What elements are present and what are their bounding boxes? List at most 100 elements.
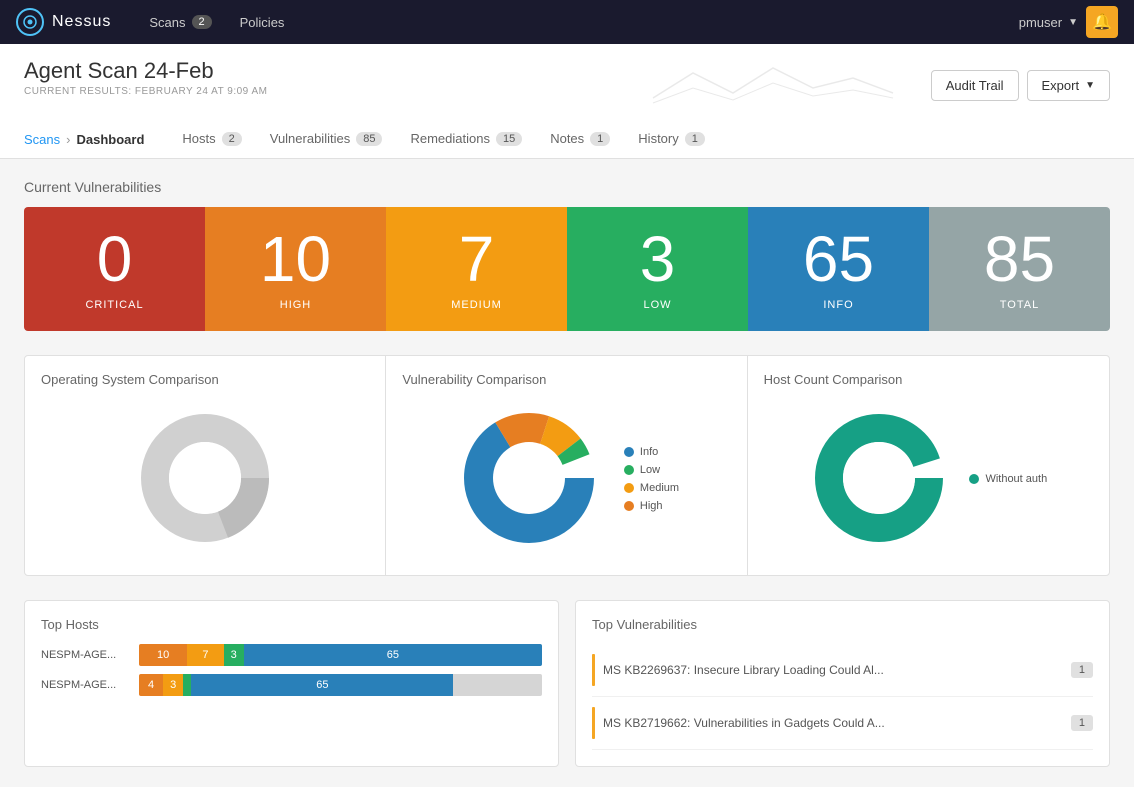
notes-badge: 1 [590, 132, 610, 146]
title-area: Agent Scan 24-Feb CURRENT RESULTS: FEBRU… [24, 58, 267, 97]
bar-info-2: 65 [191, 674, 453, 696]
charts-row: Operating System Comparison Vulnerabilit… [24, 355, 1110, 576]
bar-info-1: 65 [244, 644, 542, 666]
card-low[interactable]: 3 LOW [567, 207, 748, 331]
header-actions: Audit Trail Export ▼ [633, 58, 1110, 113]
vuln-count-1: 1 [1071, 662, 1093, 678]
info-label: INFO [758, 299, 919, 311]
page-subtitle: CURRENT RESULTS: FEBRUARY 24 AT 9:09 AM [24, 86, 267, 97]
chevron-down-icon: ▼ [1068, 17, 1078, 28]
high-dot [624, 501, 634, 511]
vuln-text-1: MS KB2269637: Insecure Library Loading C… [603, 663, 1063, 677]
top-vulns-title: Top Vulnerabilities [592, 617, 1093, 632]
main-content: Current Vulnerabilities 0 CRITICAL 10 HI… [0, 159, 1134, 787]
vuln-accent-2 [592, 707, 595, 739]
card-info[interactable]: 65 INFO [748, 207, 929, 331]
vuln-donut [454, 403, 604, 556]
info-number: 65 [758, 227, 919, 291]
os-comparison-panel: Operating System Comparison [25, 356, 386, 575]
bar-low-1: 3 [224, 644, 244, 666]
host-legend: Without auth [969, 473, 1047, 485]
host-chart-title: Host Count Comparison [764, 372, 1093, 387]
user-menu[interactable]: pmuser ▼ [1019, 15, 1078, 30]
tab-hosts[interactable]: Hosts 2 [168, 121, 255, 158]
host-bar-2: 4 3 65 [139, 674, 542, 696]
vuln-chart-title: Vulnerability Comparison [402, 372, 730, 387]
vuln-row-1[interactable]: MS KB2269637: Insecure Library Loading C… [592, 644, 1093, 697]
vuln-text-2: MS KB2719662: Vulnerabilities in Gadgets… [603, 716, 1063, 730]
top-hosts-title: Top Hosts [41, 617, 542, 632]
legend-low: Low [624, 464, 679, 476]
nav-scans[interactable]: Scans 2 [135, 0, 225, 44]
page-title: Agent Scan 24-Feb [24, 58, 267, 84]
legend-without-auth: Without auth [969, 473, 1047, 485]
medium-label: MEDIUM [396, 299, 557, 311]
vuln-count-2: 1 [1071, 715, 1093, 731]
total-label: TOTAL [939, 299, 1100, 311]
bar-high-1: 10 [139, 644, 187, 666]
notification-button[interactable]: 🔔 [1086, 6, 1118, 38]
bar-low-2 [183, 674, 191, 696]
host-chart-area: Without auth [764, 399, 1093, 559]
high-label: HIGH [215, 299, 376, 311]
tabs-list: Hosts 2 Vulnerabilities 85 Remediations … [168, 121, 718, 158]
vuln-cards: 0 CRITICAL 10 HIGH 7 MEDIUM 3 LOW 65 INF… [24, 207, 1110, 331]
breadcrumb-tabs: Scans › Dashboard Hosts 2 Vulnerabilitie… [24, 121, 1110, 158]
os-chart-area [41, 399, 369, 559]
top-vulns-panel: Top Vulnerabilities MS KB2269637: Insecu… [575, 600, 1110, 767]
top-hosts-panel: Top Hosts NESPM-AGE... 10 7 3 65 NESPM-A… [24, 600, 559, 767]
hosts-badge: 2 [222, 132, 242, 146]
os-chart-title: Operating System Comparison [41, 372, 369, 387]
medium-number: 7 [396, 227, 557, 291]
bar-high-2: 4 [139, 674, 163, 696]
low-dot [624, 465, 634, 475]
breadcrumb-scans[interactable]: Scans [24, 132, 60, 147]
host-row-1: NESPM-AGE... 10 7 3 65 [41, 644, 542, 666]
vuln-comparison-panel: Vulnerability Comparison [386, 356, 747, 575]
card-medium[interactable]: 7 MEDIUM [386, 207, 567, 331]
tab-vulnerabilities[interactable]: Vulnerabilities 85 [256, 121, 397, 158]
tab-notes[interactable]: Notes 1 [536, 121, 624, 158]
card-total[interactable]: 85 TOTAL [929, 207, 1110, 331]
breadcrumb-separator: › [66, 132, 70, 147]
chevron-down-icon: ▼ [1085, 80, 1095, 91]
top-nav: Nessus Scans 2 Policies pmuser ▼ 🔔 [0, 0, 1134, 44]
vuln-accent-1 [592, 654, 595, 686]
bar-empty-2 [453, 674, 542, 696]
audit-trail-button[interactable]: Audit Trail [931, 70, 1019, 101]
host-name-2: NESPM-AGE... [41, 679, 131, 691]
breadcrumb-current: Dashboard [76, 132, 144, 147]
history-badge: 1 [685, 132, 705, 146]
info-dot [624, 447, 634, 457]
card-high[interactable]: 10 HIGH [205, 207, 386, 331]
bar-medium-2: 3 [163, 674, 183, 696]
nessus-logo-icon [16, 8, 44, 36]
sparkline-chart [633, 58, 913, 113]
nav-policies[interactable]: Policies [226, 0, 299, 44]
host-row-2: NESPM-AGE... 4 3 65 [41, 674, 542, 696]
legend-high: High [624, 500, 679, 512]
total-number: 85 [939, 227, 1100, 291]
logo-area: Nessus [16, 8, 111, 36]
card-critical[interactable]: 0 CRITICAL [24, 207, 205, 331]
medium-dot [624, 483, 634, 493]
tab-history[interactable]: History 1 [624, 121, 719, 158]
host-count-panel: Host Count Comparison Without auth [748, 356, 1109, 575]
host-bar-1: 10 7 3 65 [139, 644, 542, 666]
vulns-badge: 85 [356, 132, 382, 146]
vuln-legend: Info Low Medium High [624, 446, 679, 512]
remediations-badge: 15 [496, 132, 522, 146]
critical-label: CRITICAL [34, 299, 195, 311]
legend-info: Info [624, 446, 679, 458]
page-header: Agent Scan 24-Feb CURRENT RESULTS: FEBRU… [0, 44, 1134, 159]
page-title-row: Agent Scan 24-Feb CURRENT RESULTS: FEBRU… [24, 58, 1110, 113]
without-auth-dot [969, 474, 979, 484]
export-button[interactable]: Export ▼ [1027, 70, 1110, 101]
bottom-row: Top Hosts NESPM-AGE... 10 7 3 65 NESPM-A… [24, 600, 1110, 767]
tab-remediations[interactable]: Remediations 15 [396, 121, 536, 158]
host-donut [809, 408, 949, 551]
low-label: LOW [577, 299, 738, 311]
vuln-section-title: Current Vulnerabilities [24, 179, 1110, 195]
bar-medium-1: 7 [187, 644, 223, 666]
vuln-row-2[interactable]: MS KB2719662: Vulnerabilities in Gadgets… [592, 697, 1093, 750]
